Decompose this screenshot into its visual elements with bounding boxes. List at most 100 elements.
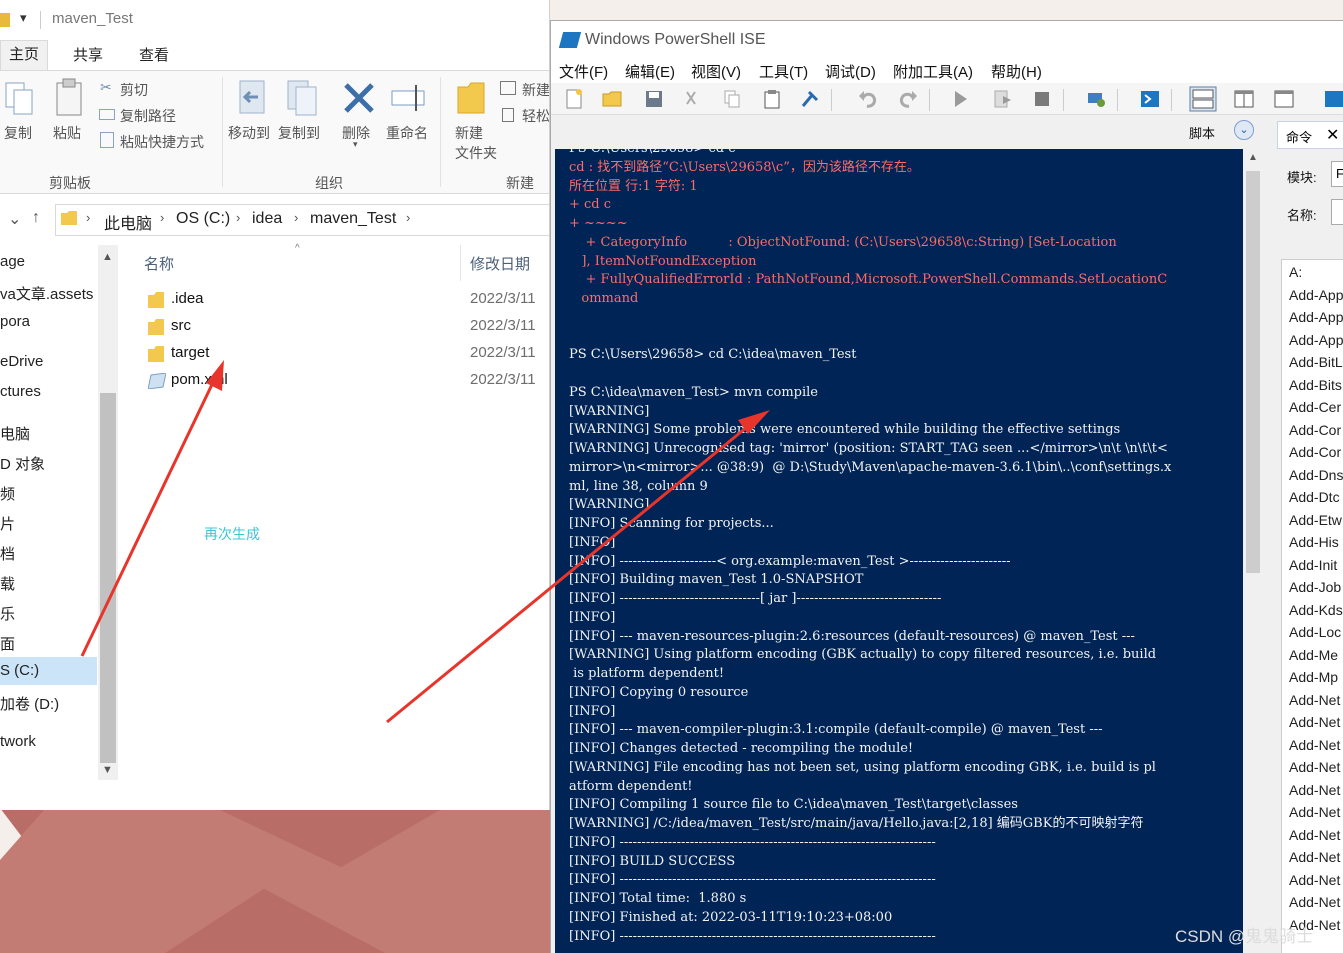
nav-item[interactable]: ctures: [0, 383, 41, 400]
menu-debug[interactable]: 调试(D): [825, 61, 876, 82]
column-header-modified[interactable]: 修改日期: [470, 253, 530, 274]
menu-view[interactable]: 视图(V): [691, 61, 741, 82]
command-list-item[interactable]: Add-Net: [1289, 894, 1340, 910]
undo-icon[interactable]: [857, 88, 879, 110]
new-file-icon[interactable]: [563, 88, 585, 110]
command-list-item[interactable]: Add-Init: [1289, 557, 1337, 573]
command-list-item[interactable]: Add-Cor: [1289, 444, 1341, 460]
delete-dropdown-icon[interactable]: ▾: [353, 139, 358, 150]
chevron-down-icon[interactable]: ⌄: [8, 209, 21, 229]
save-icon[interactable]: [643, 88, 665, 110]
nav-item[interactable]: pora: [0, 313, 30, 330]
layout-maximized-icon[interactable]: [1273, 88, 1295, 110]
tab-share[interactable]: 共享: [73, 44, 103, 65]
nav-item-volume-d[interactable]: 加卷 (D:): [0, 693, 59, 714]
tab-view[interactable]: 查看: [139, 44, 169, 65]
nav-item-videos[interactable]: 频: [0, 483, 15, 504]
command-list-item[interactable]: Add-Kds: [1289, 602, 1343, 618]
command-list-item[interactable]: Add-Net: [1289, 714, 1340, 730]
command-list-item[interactable]: Add-Dtc: [1289, 489, 1340, 505]
menu-help[interactable]: 帮助(H): [991, 61, 1042, 82]
command-list-item[interactable]: Add-Cer: [1289, 399, 1341, 415]
breadcrumb-this-pc[interactable]: 此电脑: [104, 210, 152, 234]
quick-access-dropdown-icon[interactable]: ▾: [20, 10, 27, 26]
file-row[interactable]: pom.xml 2022/3/11: [144, 368, 549, 394]
command-list-item[interactable]: Add-Job: [1289, 579, 1341, 595]
rename-button[interactable]: 重命名: [386, 123, 428, 143]
console-pane[interactable]: PS C:\Users\29658> cd ccd : 找不到路径“C:\Use…: [555, 149, 1243, 953]
open-folder-icon[interactable]: [601, 88, 623, 110]
command-list-item[interactable]: Add-Net: [1289, 692, 1340, 708]
scroll-down-icon[interactable]: ▼: [102, 764, 113, 776]
show-commands-icon[interactable]: [1323, 88, 1343, 110]
menu-file[interactable]: 文件(F): [559, 61, 608, 82]
tab-home[interactable]: 主页: [0, 40, 49, 70]
nav-item[interactable]: va文章.assets: [0, 283, 93, 304]
nav-item-downloads[interactable]: 载: [0, 573, 15, 594]
command-list-item[interactable]: Add-Cor: [1289, 422, 1341, 438]
command-list-item[interactable]: Add-App: [1289, 309, 1343, 325]
copy-icon[interactable]: [721, 88, 743, 110]
nav-item-network[interactable]: twork: [0, 733, 36, 750]
file-row[interactable]: .idea 2022/3/11: [144, 287, 549, 313]
paste-button[interactable]: 粘贴: [53, 123, 81, 143]
redo-icon[interactable]: [897, 88, 919, 110]
name-input[interactable]: [1331, 199, 1343, 225]
tab-commands[interactable]: 命令 ✕: [1277, 121, 1343, 149]
command-list-item[interactable]: Add-Loc: [1289, 624, 1341, 640]
powershell-console-icon[interactable]: [1139, 88, 1161, 110]
expand-script-pane-icon[interactable]: ⌄: [1234, 120, 1254, 140]
cut-icon[interactable]: [681, 88, 703, 110]
remote-powershell-icon[interactable]: [1085, 88, 1107, 110]
nav-item[interactable]: age: [0, 253, 25, 270]
command-list-item[interactable]: A:: [1289, 264, 1302, 280]
nav-item-os-c[interactable]: S (C:): [0, 657, 97, 685]
menu-tools[interactable]: 工具(T): [759, 61, 808, 82]
nav-item-3d-objects[interactable]: D 对象: [0, 453, 45, 474]
scrollbar-thumb[interactable]: [1246, 171, 1260, 573]
move-to-button[interactable]: 移动到: [228, 123, 270, 143]
run-selection-icon[interactable]: [991, 88, 1013, 110]
nav-item-this-pc[interactable]: 电脑: [0, 423, 30, 444]
layout-top-icon[interactable]: [1189, 86, 1217, 112]
easy-access-button[interactable]: 轻松: [522, 106, 549, 126]
command-list-item[interactable]: Add-Bits: [1289, 377, 1342, 393]
nav-item-pictures[interactable]: 片: [0, 513, 15, 534]
module-select[interactable]: Fr: [1331, 161, 1343, 187]
copy-button[interactable]: 复制: [4, 123, 32, 143]
copy-to-button[interactable]: 复制到: [278, 123, 320, 143]
nav-item-desktop[interactable]: 面: [0, 633, 15, 654]
copy-path-button[interactable]: 复制路径: [120, 106, 176, 126]
console-scrollbar[interactable]: ▲: [1243, 149, 1263, 953]
command-list-item[interactable]: Add-Net: [1289, 804, 1340, 820]
nav-item-documents[interactable]: 档: [0, 543, 15, 564]
command-list-item[interactable]: Add-Dns: [1289, 467, 1343, 483]
file-row[interactable]: target 2022/3/11: [144, 341, 549, 367]
new-folder-button[interactable]: 新建 文件夹: [455, 123, 497, 163]
nav-item-music[interactable]: 乐: [0, 603, 15, 624]
layout-right-icon[interactable]: [1233, 88, 1255, 110]
command-list-item[interactable]: Add-Net: [1289, 737, 1340, 753]
breadcrumb-idea[interactable]: idea: [252, 210, 282, 228]
cut-button[interactable]: 剪切: [120, 80, 148, 100]
paste-shortcut-button[interactable]: 粘贴快捷方式: [120, 132, 204, 152]
command-list-item[interactable]: Add-Net: [1289, 759, 1340, 775]
breadcrumb-os-c[interactable]: OS (C:): [176, 210, 230, 228]
up-arrow-icon[interactable]: ↑: [32, 209, 40, 227]
scroll-up-icon[interactable]: ▲: [1248, 152, 1258, 163]
navigation-scrollbar[interactable]: ▲ ▼: [98, 245, 118, 780]
paste-icon[interactable]: [761, 88, 783, 110]
new-item-button[interactable]: 新建: [522, 80, 549, 100]
menu-edit[interactable]: 编辑(E): [625, 61, 675, 82]
command-list-item[interactable]: Add-App: [1289, 332, 1343, 348]
run-icon[interactable]: [949, 88, 971, 110]
command-list-item[interactable]: Add-Me: [1289, 647, 1338, 663]
file-row[interactable]: src 2022/3/11: [144, 314, 549, 340]
scrollbar-thumb[interactable]: [100, 393, 116, 763]
menu-add-ons[interactable]: 附加工具(A): [893, 61, 973, 82]
column-header-name[interactable]: 名称: [144, 253, 174, 274]
command-list-item[interactable]: Add-Net: [1289, 849, 1340, 865]
nav-item-onedrive[interactable]: eDrive: [0, 353, 43, 370]
clear-console-icon[interactable]: [799, 88, 821, 110]
command-list-item[interactable]: Add-App: [1289, 287, 1343, 303]
